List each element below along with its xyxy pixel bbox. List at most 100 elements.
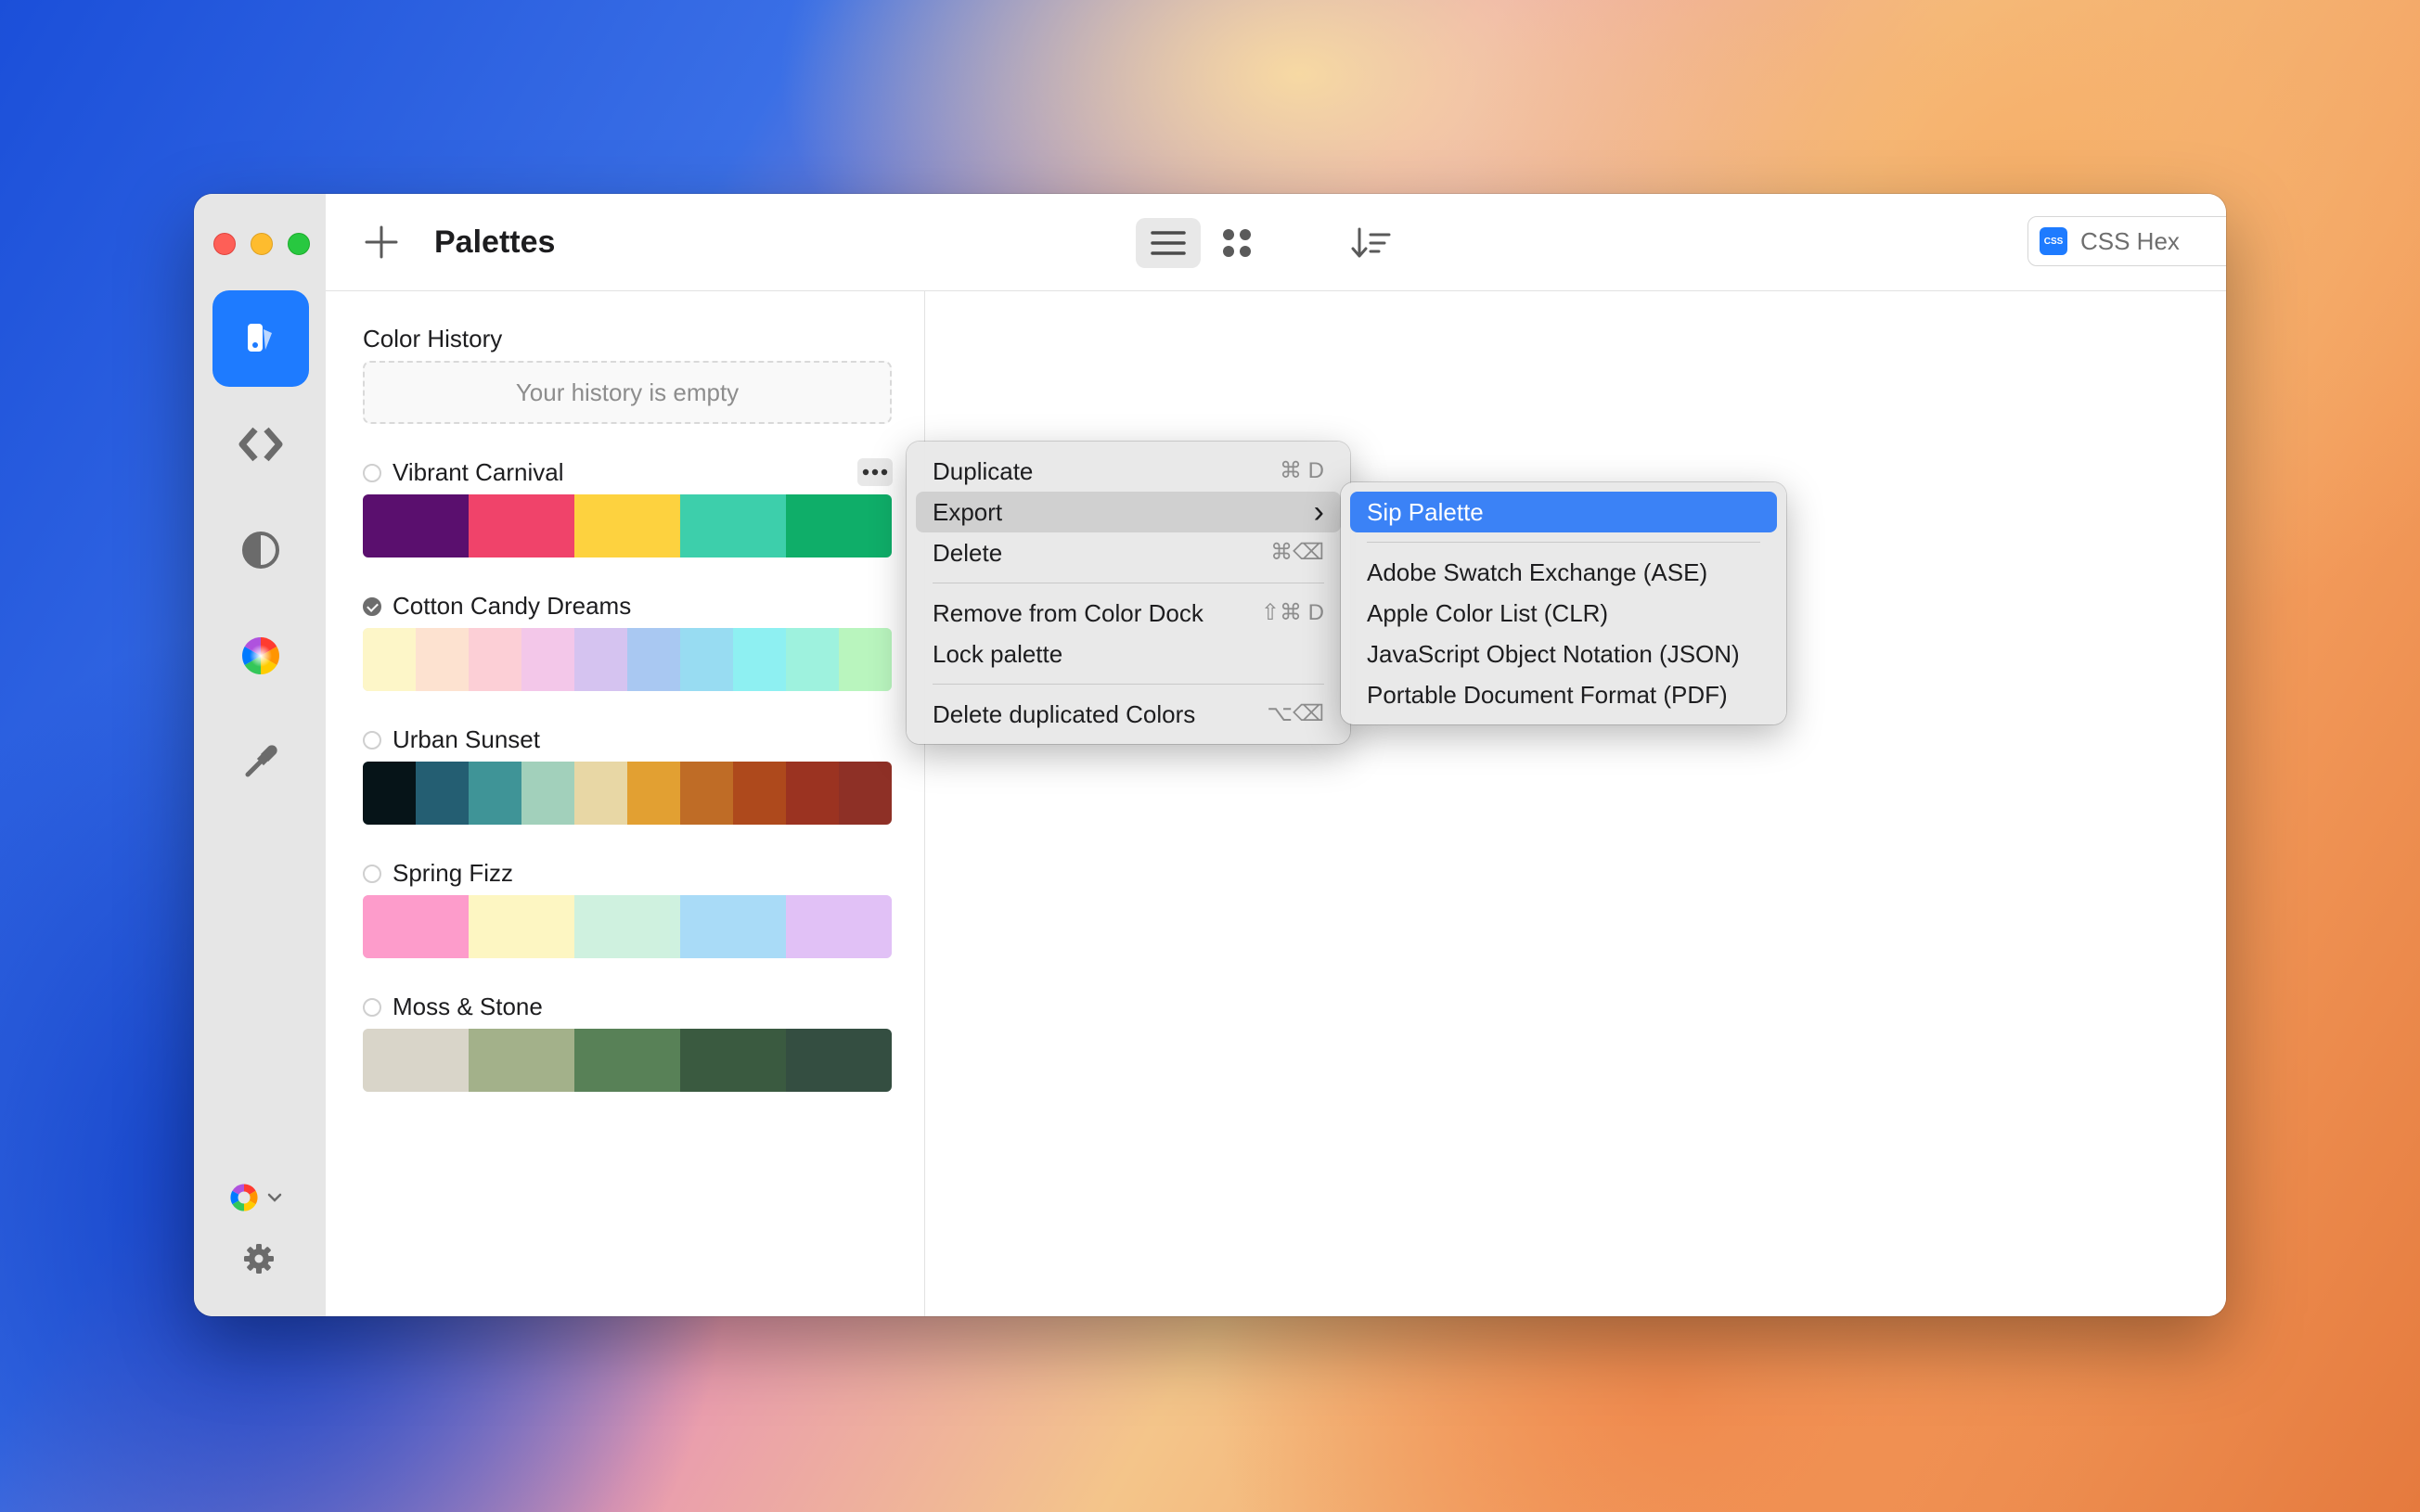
palette-title[interactable]: Urban Sunset (363, 725, 540, 754)
menu-item-sip-palette[interactable]: Sip Palette (1350, 492, 1777, 532)
css-badge-icon: CSS (2040, 227, 2067, 255)
menu-item-export-ase[interactable]: Adobe Swatch Exchange (ASE) (1350, 552, 1777, 593)
menu-item-shortcut: ⌘⌫ (1270, 540, 1324, 565)
color-swatch[interactable] (469, 895, 574, 958)
palette-swatches[interactable] (363, 628, 892, 691)
color-swatch[interactable] (469, 494, 574, 557)
color-swatch[interactable] (680, 762, 733, 825)
palette-title[interactable]: Moss & Stone (363, 993, 543, 1021)
minimize-window-button[interactable] (251, 233, 273, 255)
color-swatch[interactable] (521, 762, 574, 825)
menu-item-lock-palette[interactable]: Lock palette (916, 634, 1341, 674)
color-format-select[interactable]: CSS CSS Hex (2027, 216, 2226, 266)
eyedropper-icon (245, 745, 277, 777)
color-swatch[interactable] (574, 895, 680, 958)
color-swatch[interactable] (521, 628, 574, 691)
menu-item-export-clr[interactable]: Apple Color List (CLR) (1350, 593, 1777, 634)
menu-item-shortcut: ⌘ D (1280, 458, 1324, 483)
list-view-button[interactable] (1136, 218, 1201, 268)
palette-title[interactable]: Vibrant Carnival (363, 458, 564, 487)
color-history-empty: Your history is empty (363, 361, 892, 424)
grid-dots-icon (1223, 229, 1251, 257)
menu-item-export-pdf[interactable]: Portable Document Format (PDF) (1350, 674, 1777, 715)
palette-select-radio[interactable] (363, 463, 381, 482)
contrast-icon (242, 532, 279, 569)
color-swatch[interactable] (416, 628, 469, 691)
app-window: Palettes CSS CSS Hex Color History Your … (194, 194, 2226, 1316)
palette-name: Moss & Stone (393, 993, 543, 1020)
palette-select-radio[interactable] (363, 864, 381, 883)
ellipsis-icon (862, 468, 888, 476)
color-swatch[interactable] (574, 1029, 680, 1092)
zoom-window-button[interactable] (288, 233, 310, 255)
color-swatch[interactable] (416, 762, 469, 825)
color-swatch[interactable] (786, 628, 839, 691)
color-format-value: CSS Hex (2080, 226, 2180, 255)
palette-swatches[interactable] (363, 895, 892, 958)
color-swatch[interactable] (574, 494, 680, 557)
color-swatch[interactable] (786, 895, 892, 958)
sort-button[interactable] (1346, 218, 1397, 268)
color-swatch[interactable] (733, 762, 786, 825)
color-swatch[interactable] (680, 1029, 786, 1092)
menu-item-delete[interactable]: Delete ⌘⌫ (916, 532, 1341, 573)
color-swatch[interactable] (469, 762, 521, 825)
palette-select-radio[interactable] (363, 997, 381, 1017)
palette-select-radio[interactable] (363, 730, 381, 750)
more-options-button[interactable] (857, 458, 893, 486)
palette-swatches[interactable] (363, 1029, 892, 1092)
settings-button[interactable] (242, 1242, 276, 1280)
color-swatch[interactable] (680, 895, 786, 958)
menu-item-label: JavaScript Object Notation (JSON) (1367, 640, 1740, 668)
menu-item-export[interactable]: Export › (916, 492, 1341, 532)
palette-select-radio[interactable] (363, 596, 381, 616)
sidebar-item-palettes[interactable] (212, 290, 309, 387)
color-swatch[interactable] (469, 1029, 574, 1092)
color-swatch[interactable] (733, 628, 786, 691)
page-title: Palettes (434, 224, 556, 260)
menu-item-remove-from-color-dock[interactable]: Remove from Color Dock ⇧⌘ D (916, 593, 1341, 634)
menu-item-delete-duplicated-colors[interactable]: Delete duplicated Colors ⌥⌫ (916, 694, 1341, 735)
sidebar-item-color-wheel[interactable] (212, 608, 309, 704)
palette-list: Color History Your history is empty Vibr… (326, 291, 925, 1316)
color-swatch[interactable] (363, 895, 469, 958)
color-wheel-icon (242, 637, 279, 674)
color-swatch[interactable] (363, 628, 416, 691)
color-swatch[interactable] (363, 1029, 469, 1092)
color-swatch[interactable] (363, 494, 469, 557)
menu-item-label: Remove from Color Dock (933, 599, 1204, 627)
color-swatch[interactable] (786, 762, 839, 825)
add-palette-button[interactable] (363, 224, 400, 261)
palette-title[interactable]: Spring Fizz (363, 859, 513, 888)
color-space-menu-button[interactable] (229, 1181, 294, 1214)
palette-title[interactable]: Cotton Candy Dreams (363, 592, 631, 621)
color-swatch[interactable] (627, 628, 680, 691)
color-swatch[interactable] (627, 762, 680, 825)
color-swatch[interactable] (680, 628, 733, 691)
menu-item-shortcut: ⇧⌘ D (1260, 600, 1324, 625)
palette-swatches[interactable] (363, 762, 892, 825)
color-swatch[interactable] (680, 494, 786, 557)
color-swatch[interactable] (574, 762, 627, 825)
color-swatch[interactable] (786, 1029, 892, 1092)
list-icon (1151, 231, 1186, 255)
color-swatch[interactable] (839, 628, 892, 691)
color-swatch[interactable] (786, 494, 892, 557)
sidebar (194, 194, 327, 1316)
color-history-label: Color History (363, 325, 503, 352)
sidebar-item-eyedropper[interactable] (212, 713, 309, 810)
palette-context-menu: Duplicate ⌘ D Export › Delete ⌘⌫ Remove … (907, 442, 1350, 744)
color-swatch[interactable] (363, 762, 416, 825)
palette-name: Spring Fizz (393, 859, 514, 887)
menu-item-duplicate[interactable]: Duplicate ⌘ D (916, 451, 1341, 492)
sidebar-item-contrast[interactable] (212, 502, 309, 598)
palette-name: Vibrant Carnival (393, 458, 564, 486)
color-swatch[interactable] (839, 762, 892, 825)
sidebar-item-code[interactable] (212, 396, 309, 493)
menu-item-export-json[interactable]: JavaScript Object Notation (JSON) (1350, 634, 1777, 674)
close-window-button[interactable] (213, 233, 236, 255)
color-swatch[interactable] (574, 628, 627, 691)
color-swatch[interactable] (469, 628, 521, 691)
palette-swatches[interactable] (363, 494, 892, 557)
grid-view-button[interactable] (1212, 218, 1262, 268)
